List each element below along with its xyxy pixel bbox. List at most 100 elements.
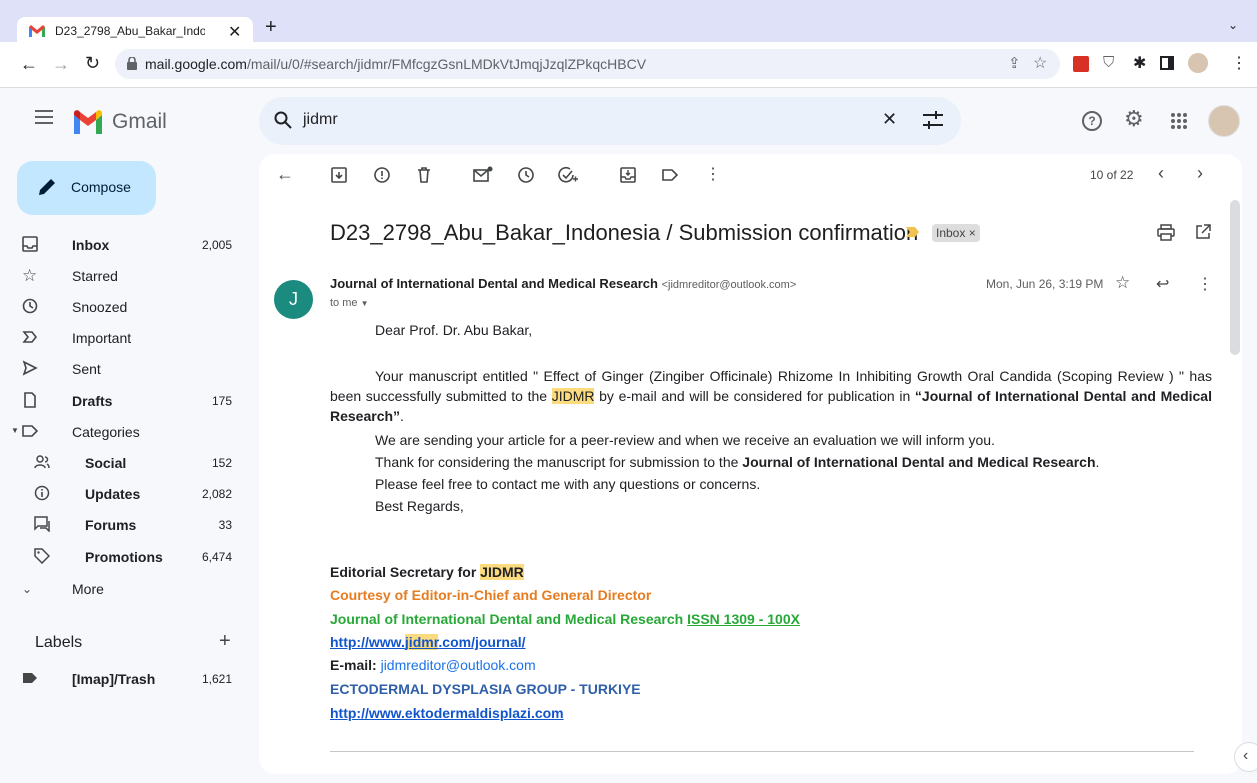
message-scrollbar[interactable] <box>1230 200 1240 355</box>
importance-marker-icon[interactable] <box>906 226 920 238</box>
recipient-line[interactable]: to me ▼ <box>330 297 369 309</box>
sidebar-item-more[interactable]: ⌄ More <box>0 574 250 605</box>
back-arrow-icon[interactable]: ← <box>20 54 38 75</box>
address-bar[interactable]: mail.google.com/mail/u/0/#search/jidmr/F… <box>115 49 1060 79</box>
snooze-clock-icon[interactable] <box>517 166 539 188</box>
clear-search-icon[interactable]: ✕ <box>882 109 897 130</box>
report-spam-icon[interactable] <box>373 166 395 188</box>
more-actions-icon[interactable]: ⋮ <box>705 164 721 184</box>
sidebar-item-categories[interactable]: ▼ Categories <box>0 417 250 448</box>
body-line-review: We are sending your article for a peer-r… <box>375 432 995 448</box>
older-chevron-icon[interactable]: › <box>1197 163 1203 184</box>
archive-icon[interactable] <box>330 166 352 188</box>
sidebar-item-label: Drafts <box>72 393 113 409</box>
search-icon[interactable] <box>274 111 292 129</box>
trash-icon[interactable] <box>415 166 437 188</box>
browser-menu-icon[interactable]: ⋮ <box>1231 53 1247 73</box>
ektodermal-website-link[interactable]: http://www.ektodermaldisplazi.com <box>330 705 564 721</box>
reply-icon[interactable]: ↩ <box>1156 274 1169 294</box>
settings-gear-icon[interactable]: ⚙ <box>1124 106 1144 132</box>
share-icon[interactable]: ⇪ <box>1008 54 1021 72</box>
tab-search-chevron-icon[interactable]: ⌄ <box>1228 18 1238 32</box>
search-input[interactable]: jidmr <box>303 111 338 129</box>
sender-avatar[interactable]: J <box>274 280 313 319</box>
gmail-favicon-icon <box>29 25 45 37</box>
extension-red-icon[interactable] <box>1073 56 1089 72</box>
add-task-icon[interactable] <box>558 166 580 188</box>
print-icon[interactable] <box>1157 224 1175 241</box>
help-icon[interactable]: ? <box>1082 111 1102 131</box>
gmail-logo-icon[interactable] <box>72 110 104 134</box>
sidebar-item-label: Snoozed <box>72 299 128 315</box>
apps-grid-icon[interactable] <box>1170 112 1188 130</box>
extensions-puzzle-icon[interactable]: ✱ <box>1133 53 1146 73</box>
search-highlight: jidmr <box>404 634 439 650</box>
sidebar-item-inbox[interactable]: Inbox 2,005 <box>0 230 250 261</box>
open-new-window-icon[interactable] <box>1195 224 1211 240</box>
body-line-contact: Please feel free to contact me with any … <box>375 476 761 492</box>
forum-icon <box>34 516 54 536</box>
sidebar-item-sent[interactable]: Sent <box>0 354 250 385</box>
star-message-icon[interactable]: ☆ <box>1115 273 1130 293</box>
add-label-icon[interactable]: + <box>219 630 231 653</box>
sidebar-item-snoozed[interactable]: Snoozed <box>0 292 250 323</box>
people-icon <box>34 454 54 474</box>
sidebar-item-label: Categories <box>72 424 140 440</box>
extension-shield-icon[interactable]: ⛉ <box>1103 54 1114 71</box>
move-to-icon[interactable] <box>619 166 641 188</box>
newer-chevron-icon[interactable]: ‹ <box>1158 163 1164 184</box>
sidebar-item-important[interactable]: Important <box>0 323 250 354</box>
message-more-icon[interactable]: ⋮ <box>1197 274 1213 294</box>
sidebar-item-label: Important <box>72 330 132 346</box>
sig-editorial-secretary: Editorial Secretary for JIDMR <box>330 564 524 580</box>
pagination-text: 10 of 22 <box>1090 168 1134 182</box>
send-icon <box>22 360 42 380</box>
mark-unread-icon[interactable] <box>473 166 495 188</box>
profile-avatar-small[interactable] <box>1188 53 1208 73</box>
paragraph-1: Your manuscript entitled " Effect of Gin… <box>330 366 1212 426</box>
search-options-icon[interactable] <box>923 111 943 129</box>
sidebar-item-drafts[interactable]: Drafts 175 <box>0 386 250 417</box>
issn-link[interactable]: ISSN 1309 - 100X <box>687 611 800 627</box>
new-tab-icon[interactable]: + <box>265 16 277 39</box>
sidebar-item-forums[interactable]: Forums 33 <box>0 510 250 541</box>
sidebar-item-starred[interactable]: ☆ Starred <box>0 261 250 292</box>
para1-end: . <box>400 408 404 424</box>
side-panel-icon[interactable] <box>1160 56 1174 70</box>
show-side-panel-button[interactable]: ‹ <box>1234 742 1257 772</box>
sidebar-item-updates[interactable]: Updates 2,082 <box>0 479 250 510</box>
bookmark-star-icon[interactable]: ☆ <box>1033 53 1047 73</box>
sidebar-item-label: Updates <box>85 486 141 502</box>
message-date: Mon, Jun 26, 3:19 PM <box>986 277 1104 291</box>
clock-icon <box>22 298 42 318</box>
search-highlight: JIDMR <box>480 564 524 580</box>
sig-journal: Journal of International Dental and Medi… <box>330 611 800 627</box>
inbox-label-chip[interactable]: Inbox × <box>932 224 980 242</box>
reload-icon[interactable]: ↻ <box>85 53 100 74</box>
main-menu-icon[interactable] <box>35 110 53 124</box>
thanks-end: . <box>1095 454 1100 470</box>
tab-close-icon[interactable]: ✕ <box>228 22 241 42</box>
sender-name[interactable]: Journal of International Dental and Medi… <box>330 276 658 291</box>
sender-email: <jidmreditor@outlook.com> <box>661 279 797 291</box>
compose-button[interactable]: Compose <box>17 161 156 215</box>
label-as-icon[interactable] <box>661 166 683 188</box>
sidebar-item-promotions[interactable]: Promotions 6,474 <box>0 542 250 573</box>
mail-search-bar[interactable]: jidmr ✕ <box>259 97 961 145</box>
sidebar-item-count: 175 <box>211 394 232 408</box>
sig-journal-text: Journal of International Dental and Medi… <box>330 611 688 627</box>
compose-label: Compose <box>71 179 131 195</box>
sig-email-link[interactable]: jidmreditor@outlook.com <box>381 657 536 673</box>
sidebar-item-social[interactable]: Social 152 <box>0 448 250 479</box>
search-highlight: JIDMR <box>551 388 595 404</box>
account-avatar[interactable] <box>1208 105 1240 137</box>
sidebar-item-imap-trash[interactable]: [Imap]/Trash 1,621 <box>0 664 250 695</box>
forward-arrow-icon[interactable]: → <box>52 54 70 75</box>
sender-line: Journal of International Dental and Medi… <box>330 276 796 291</box>
sidebar-item-label: Starred <box>72 268 118 284</box>
label-icon <box>22 423 42 443</box>
back-to-list-icon[interactable]: ← <box>276 164 294 185</box>
browser-tab-title: D23_2798_Abu_Bakar_Indone <box>55 24 205 38</box>
journal-website-link[interactable]: http://www.jidmr.com/journal/ <box>330 634 526 650</box>
recipient-dropdown-icon[interactable]: ▼ <box>361 299 369 308</box>
